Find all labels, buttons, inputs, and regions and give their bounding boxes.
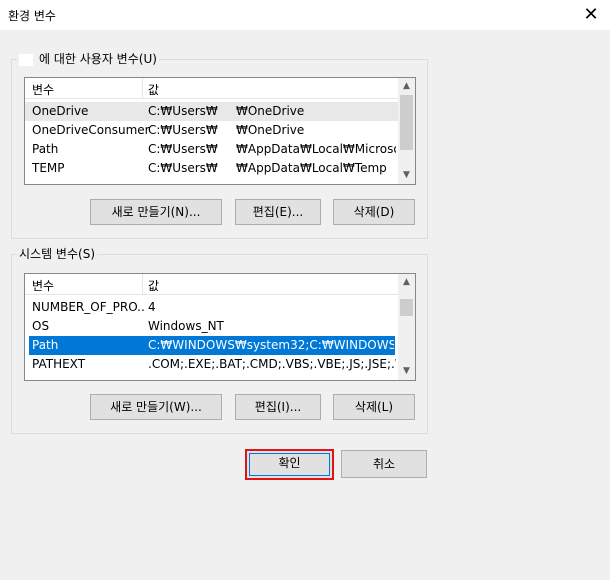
system-delete-button[interactable]: 삭제(L) (333, 394, 415, 420)
window-title: 환경 변수 (8, 9, 56, 23)
variable-name: OS (32, 319, 50, 333)
list-item[interactable]: TEMP C:₩Users₩ ₩AppData₩Local₩Temp (25, 159, 398, 178)
list-item[interactable]: OneDriveConsumer C:₩Users₩ ₩OneDrive (25, 121, 398, 140)
list-item[interactable]: Path C:₩Users₩ ₩AppData₩Local₩Microso... (25, 140, 398, 159)
user-edit-button[interactable]: 편집(E)... (235, 199, 321, 225)
variable-value-suffix: ₩OneDrive (236, 123, 305, 137)
column-header-variable[interactable]: 변수 (32, 81, 54, 98)
variable-name: OneDrive (32, 104, 89, 118)
list-item[interactable]: NUMBER_OF_PRO... 4 (25, 298, 398, 317)
variable-name: Path (32, 338, 59, 352)
close-icon[interactable]: ✕ (576, 3, 606, 27)
user-new-button[interactable]: 새로 만들기(N)... (90, 199, 222, 225)
scroll-up-icon[interactable]: ▲ (398, 78, 415, 95)
scroll-thumb[interactable] (400, 299, 413, 316)
variable-name: Path (32, 142, 59, 156)
variable-value: Windows_NT (148, 319, 224, 333)
variable-value-prefix: C:₩Users₩ (148, 123, 218, 137)
column-header-value[interactable]: 값 (148, 277, 159, 294)
scroll-up-icon[interactable]: ▲ (398, 274, 415, 291)
variable-name: OneDriveConsumer (32, 123, 150, 137)
list-item-selected[interactable]: Path C:₩WINDOWS₩system32;C:₩WINDOWS;C... (29, 336, 395, 355)
vertical-scrollbar[interactable]: ▲ ▼ (398, 274, 415, 380)
scroll-down-icon[interactable]: ▼ (398, 167, 415, 184)
variable-value: 4 (148, 300, 156, 314)
variable-value-suffix: ₩AppData₩Local₩Microso... (236, 142, 396, 156)
user-name-redacted (19, 53, 33, 66)
variable-value: .COM;.EXE;.BAT;.CMD;.VBS;.VBE;.JS;.JSE;.… (148, 357, 396, 371)
scroll-thumb[interactable] (400, 95, 413, 150)
variable-name: PATHEXT (32, 357, 86, 371)
variable-value-prefix: C:₩Users₩ (148, 142, 218, 156)
variable-name: TEMP (32, 161, 65, 175)
list-header: 변수 값 (25, 274, 415, 295)
column-header-value[interactable]: 값 (148, 81, 159, 98)
vertical-scrollbar[interactable]: ▲ ▼ (398, 78, 415, 184)
variable-value-prefix: C:₩Users₩ (148, 161, 218, 175)
cancel-button[interactable]: 취소 (341, 450, 427, 478)
variable-value-suffix: ₩AppData₩Local₩Temp (236, 161, 387, 175)
list-item[interactable]: OneDrive C:₩Users₩ ₩OneDrive (25, 102, 398, 121)
system-variables-list[interactable]: 변수 값 NUMBER_OF_PRO... 4 OS Windows_NT Pa… (24, 273, 416, 381)
column-header-variable[interactable]: 변수 (32, 277, 54, 294)
list-item[interactable]: OS Windows_NT (25, 317, 398, 336)
system-new-button[interactable]: 새로 만들기(W)... (90, 394, 222, 420)
user-variables-list[interactable]: 변수 값 OneDrive C:₩Users₩ ₩OneDrive OneDri… (24, 77, 416, 185)
user-variables-label: 에 대한 사용자 변수(U) (17, 52, 159, 66)
system-edit-button[interactable]: 편집(I)... (235, 394, 321, 420)
list-header: 변수 값 (25, 78, 415, 99)
scroll-down-icon[interactable]: ▼ (398, 363, 415, 380)
user-delete-button[interactable]: 삭제(D) (333, 199, 415, 225)
system-variables-label: 시스템 변수(S) (17, 247, 97, 261)
ok-button[interactable]: 확인 (245, 449, 334, 480)
list-item[interactable]: PATHEXT .COM;.EXE;.BAT;.CMD;.VBS;.VBE;.J… (25, 355, 398, 374)
ok-button-label: 확인 (249, 453, 330, 476)
variable-name: NUMBER_OF_PRO... (32, 300, 144, 314)
title-bar: 환경 변수 ✕ (0, 0, 610, 30)
variable-value: C:₩WINDOWS₩system32;C:₩WINDOWS;C... (148, 338, 394, 352)
variable-value-suffix: ₩OneDrive (236, 104, 305, 118)
variable-value-prefix: C:₩Users₩ (148, 104, 218, 118)
